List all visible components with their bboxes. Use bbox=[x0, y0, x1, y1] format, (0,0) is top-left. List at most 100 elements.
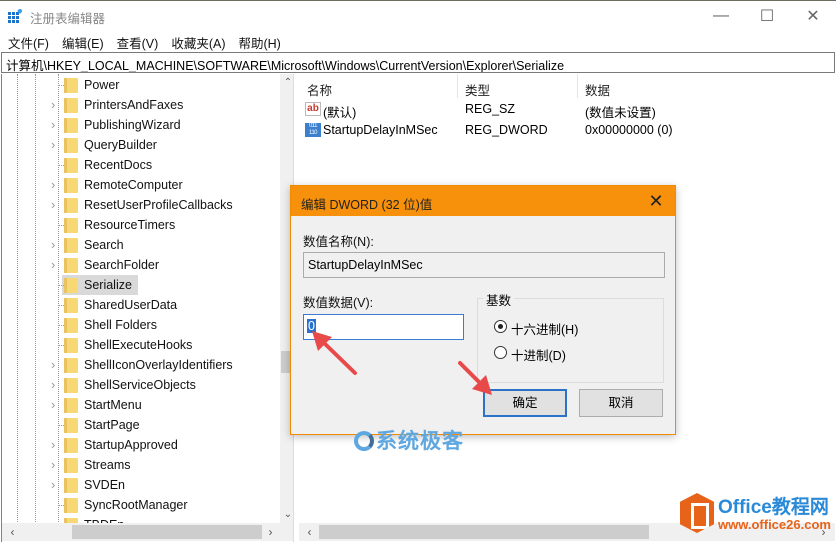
tree-item-label: ResetUserProfileCallbacks bbox=[84, 198, 233, 212]
tree-item-label: SharedUserData bbox=[84, 298, 178, 312]
tree-item-label: ResourceTimers bbox=[84, 218, 176, 232]
expand-chevron-icon[interactable]: › bbox=[51, 377, 55, 392]
tree-item[interactable]: › Streams bbox=[2, 455, 280, 475]
list-header: 名称 类型 数据 bbox=[299, 74, 835, 98]
watermark-text: 系统极客 bbox=[376, 430, 464, 453]
expand-chevron-icon[interactable]: › bbox=[51, 477, 55, 492]
tree-item-label: Streams bbox=[84, 458, 131, 472]
column-divider[interactable] bbox=[457, 74, 458, 98]
tree-item[interactable]: › ResetUserProfileCallbacks bbox=[2, 195, 280, 215]
menu-help[interactable]: 帮助(H) bbox=[234, 30, 285, 52]
cancel-button[interactable]: 取消 bbox=[579, 389, 663, 417]
maximize-button[interactable]: ☐ bbox=[744, 1, 790, 31]
annotation-arrow-icon bbox=[312, 331, 357, 375]
menu-favorites[interactable]: 收藏夹(A) bbox=[167, 30, 230, 52]
tree-item[interactable]: Power bbox=[2, 75, 280, 95]
hex-radio[interactable] bbox=[494, 320, 507, 333]
scroll-down-icon[interactable]: ⌄ bbox=[280, 506, 293, 523]
tree-item[interactable]: ShellExecuteHooks bbox=[2, 335, 280, 355]
folder-icon bbox=[64, 458, 78, 473]
tree-item[interactable]: › QueryBuilder bbox=[2, 135, 280, 155]
expand-chevron-icon[interactable]: › bbox=[51, 237, 55, 252]
folder-icon bbox=[64, 178, 78, 193]
tree-item[interactable]: › SVDEn bbox=[2, 475, 280, 495]
tree-item[interactable]: › StartupApproved bbox=[2, 435, 280, 455]
folder-icon bbox=[64, 358, 78, 373]
folder-icon bbox=[64, 158, 78, 173]
list-row[interactable]: 011 110 StartupDelayInMSec REG_DWORD 0x00… bbox=[299, 120, 835, 141]
menu-view[interactable]: 查看(V) bbox=[113, 30, 164, 52]
scroll-left-icon[interactable]: ‹ bbox=[301, 523, 318, 541]
decimal-radio-label[interactable]: 十进制(D) bbox=[511, 345, 566, 364]
value-name: StartupDelayInMSec bbox=[323, 123, 438, 137]
expand-chevron-icon[interactable]: › bbox=[51, 457, 55, 472]
expand-chevron-icon[interactable]: › bbox=[51, 97, 55, 112]
column-divider[interactable] bbox=[577, 74, 578, 98]
expand-chevron-icon[interactable]: › bbox=[51, 117, 55, 132]
column-header-data[interactable]: 数据 bbox=[585, 80, 610, 99]
expand-chevron-icon[interactable]: › bbox=[51, 177, 55, 192]
sysgeek-logo-icon bbox=[354, 431, 374, 451]
tree-item[interactable]: SharedUserData bbox=[2, 295, 280, 315]
tree-item[interactable]: › ShellServiceObjects bbox=[2, 375, 280, 395]
column-header-name[interactable]: 名称 bbox=[307, 80, 332, 99]
list-row[interactable]: ab (默认) REG_SZ (数值未设置) bbox=[299, 99, 835, 120]
value-type: REG_SZ bbox=[465, 102, 516, 116]
tree-item-label: Shell Folders bbox=[84, 318, 157, 332]
tree-item[interactable]: › RemoteComputer bbox=[2, 175, 280, 195]
tree-item[interactable]: RecentDocs bbox=[2, 155, 280, 175]
tree-item-label: Power bbox=[84, 78, 120, 92]
menu-file[interactable]: 文件(F) bbox=[4, 30, 54, 52]
tree-item[interactable]: ResourceTimers bbox=[2, 215, 280, 235]
expand-chevron-icon[interactable]: › bbox=[51, 257, 55, 272]
scroll-thumb[interactable] bbox=[319, 525, 649, 539]
folder-icon bbox=[64, 198, 78, 213]
scroll-left-icon[interactable]: ‹ bbox=[4, 523, 21, 541]
folder-icon bbox=[64, 138, 78, 153]
watermark-sysgeek: 系统极客 bbox=[354, 425, 464, 455]
expand-chevron-icon[interactable]: › bbox=[51, 397, 55, 412]
tree-item-label: SearchFolder bbox=[84, 258, 160, 272]
dialog-close-icon[interactable]: ✕ bbox=[643, 189, 669, 213]
column-header-type[interactable]: 类型 bbox=[465, 80, 490, 99]
tree-item[interactable]: › PrintersAndFaxes bbox=[2, 95, 280, 115]
folder-icon bbox=[64, 498, 78, 513]
close-button[interactable]: ✕ bbox=[790, 1, 836, 31]
watermark-url: www.office26.com bbox=[718, 517, 831, 532]
tree-item-label: StartupApproved bbox=[84, 438, 178, 452]
expand-chevron-icon[interactable]: › bbox=[51, 357, 55, 372]
tree-item[interactable]: SyncRootManager bbox=[2, 495, 280, 515]
scroll-thumb[interactable] bbox=[72, 525, 262, 539]
value-data: (数值未设置) bbox=[585, 106, 656, 120]
tree-item-label: Search bbox=[84, 238, 124, 252]
tree-item[interactable]: › Search bbox=[2, 235, 280, 255]
maximize-icon: ☐ bbox=[759, 8, 775, 25]
address-bar[interactable]: 计算机\HKEY_LOCAL_MACHINE\SOFTWARE\Microsof… bbox=[1, 52, 835, 73]
tree-item[interactable]: › SearchFolder bbox=[2, 255, 280, 275]
minimize-button[interactable]: — bbox=[698, 1, 744, 31]
scroll-up-icon[interactable]: ⌃ bbox=[280, 74, 293, 91]
expand-chevron-icon[interactable]: › bbox=[51, 137, 55, 152]
folder-icon bbox=[64, 78, 78, 93]
annotation-arrow-icon bbox=[458, 361, 492, 395]
folder-icon bbox=[64, 218, 78, 233]
folder-icon bbox=[64, 398, 78, 413]
folder-icon bbox=[64, 438, 78, 453]
expand-chevron-icon[interactable]: › bbox=[51, 197, 55, 212]
base-groupbox bbox=[477, 298, 664, 383]
tree-item-label: ShellExecuteHooks bbox=[84, 338, 193, 352]
tree-horizontal-scrollbar[interactable]: ‹ › bbox=[2, 523, 293, 541]
hex-radio-label[interactable]: 十六进制(H) bbox=[511, 319, 578, 338]
tree-item[interactable]: › ShellIconOverlayIdentifiers bbox=[2, 355, 280, 375]
menu-edit[interactable]: 编辑(E) bbox=[58, 30, 109, 52]
tree-item[interactable]: Serialize bbox=[2, 275, 280, 295]
tree-item[interactable]: StartPage bbox=[2, 415, 280, 435]
tree-item[interactable]: › StartMenu bbox=[2, 395, 280, 415]
expand-chevron-icon[interactable]: › bbox=[51, 437, 55, 452]
scroll-right-icon[interactable]: › bbox=[262, 523, 279, 541]
tree-item[interactable]: Shell Folders bbox=[2, 315, 280, 335]
folder-icon bbox=[64, 318, 78, 333]
value-name-label: 数值名称(N): bbox=[303, 235, 374, 249]
tree-item-label: ShellServiceObjects bbox=[84, 378, 196, 392]
tree-item[interactable]: › PublishingWizard bbox=[2, 115, 280, 135]
